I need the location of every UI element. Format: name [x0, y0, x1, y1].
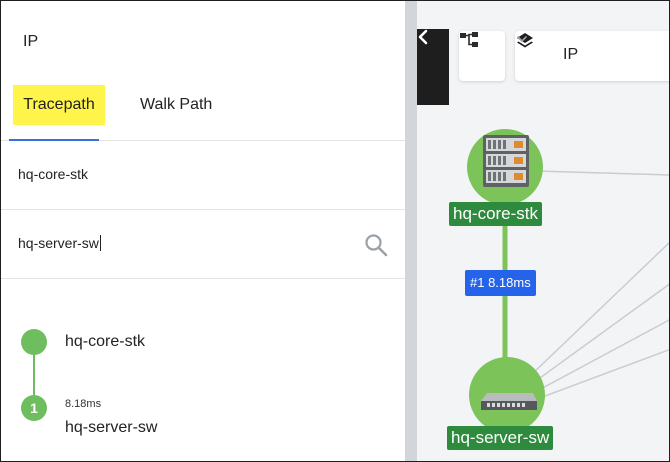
collapse-panel-button[interactable] [417, 29, 449, 105]
map-link [536, 348, 669, 400]
switch-icon[interactable] [481, 393, 537, 410]
topology-map[interactable]: IP hq-core-stk #1 8.18ms hq-server-sw [417, 1, 669, 461]
hierarchy-icon [460, 32, 478, 47]
search-icon[interactable] [363, 232, 389, 258]
panel-title: IP [23, 33, 39, 50]
hop-device-name[interactable]: hq-server-sw [65, 419, 157, 437]
text-caret [99, 235, 101, 251]
hop-latency: 8.18ms [65, 398, 102, 410]
topology-layout-button[interactable] [459, 31, 505, 81]
app-window: IP Tracepath Walk Path hq-core-stk hq-se… [0, 0, 670, 462]
hop-start-dot [21, 329, 47, 355]
source-device-field[interactable]: hq-core-stk [1, 141, 405, 210]
map-link [536, 319, 669, 392]
chevron-left-icon [418, 29, 428, 45]
source-device-value[interactable]: hq-core-stk [18, 166, 338, 182]
hop-device-name[interactable]: hq-core-stk [65, 333, 145, 351]
chevron-down-icon [517, 36, 527, 42]
device-label-core[interactable]: hq-core-stk [449, 202, 543, 226]
layer-select-value: IP [563, 46, 579, 63]
layer-select[interactable]: IP [515, 31, 669, 81]
link-latency-label[interactable]: #1 8.18ms [465, 270, 536, 296]
map-link [532, 283, 669, 384]
map-link [536, 170, 669, 176]
trace-path-list: hq-core-stk 1 8.18ms hq-server-sw [1, 280, 405, 461]
path-connector [33, 350, 35, 400]
tab-tracepath[interactable]: Tracepath [13, 85, 105, 125]
destination-device-field[interactable]: hq-server-sw [1, 210, 405, 279]
destination-device-value: hq-server-sw [18, 235, 99, 251]
tab-walk-path[interactable]: Walk Path [140, 85, 212, 125]
destination-device-input[interactable]: hq-server-sw [18, 235, 338, 251]
tracepath-panel: IP Tracepath Walk Path hq-core-stk hq-se… [1, 1, 405, 461]
tab-bar: Tracepath Walk Path [1, 81, 405, 141]
switch-stack-icon[interactable] [483, 135, 529, 187]
panel-splitter[interactable] [405, 1, 417, 461]
device-label-server[interactable]: hq-server-sw [447, 426, 554, 450]
hop-step-badge: 1 [21, 395, 47, 421]
